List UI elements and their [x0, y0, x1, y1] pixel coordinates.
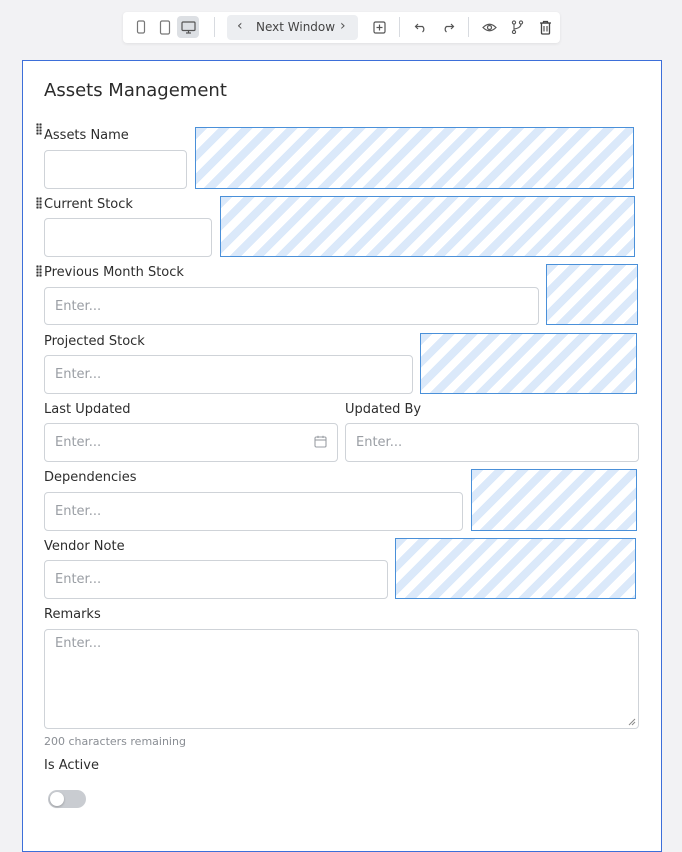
calendar-icon[interactable]	[314, 435, 327, 448]
remarks-label: Remarks	[44, 607, 101, 622]
empty-slot-placeholder	[195, 127, 634, 189]
projected-stock-input[interactable]: Enter...	[44, 355, 413, 394]
dependencies-label: Dependencies	[44, 470, 137, 485]
chevron-left-icon[interactable]: ‹	[237, 18, 243, 34]
toolbar-divider	[468, 17, 469, 37]
is-active-toggle[interactable]	[48, 790, 86, 808]
vendor-note-input[interactable]: Enter...	[44, 560, 388, 599]
previous-month-stock-placeholder: Enter...	[55, 298, 102, 314]
last-updated-date-input[interactable]: Enter...	[44, 423, 338, 462]
builder-toolbar: ‹ Next Window ›	[123, 12, 560, 43]
empty-slot-placeholder	[546, 264, 638, 325]
toolbar-divider	[214, 17, 215, 37]
dependencies-input[interactable]: Enter...	[44, 492, 463, 531]
chevron-right-icon[interactable]: ›	[340, 18, 346, 34]
empty-slot-placeholder	[420, 333, 637, 394]
is-active-label: Is Active	[44, 758, 99, 773]
last-updated-label: Last Updated	[44, 402, 131, 417]
next-window-label[interactable]: Next Window	[256, 20, 335, 34]
vendor-note-placeholder: Enter...	[55, 572, 102, 587]
remarks-textarea[interactable]: Enter...	[44, 629, 639, 729]
window-navigator: ‹ Next Window ›	[227, 15, 358, 40]
redo-icon[interactable]	[437, 16, 459, 38]
branch-icon[interactable]	[506, 16, 528, 38]
updated-by-input[interactable]: Enter...	[345, 423, 639, 462]
remarks-char-counter: 200 characters remaining	[44, 735, 186, 748]
current-stock-label: Current Stock	[44, 197, 133, 212]
mobile-icon[interactable]	[130, 16, 152, 38]
vendor-note-label: Vendor Note	[44, 539, 125, 554]
last-updated-placeholder: Enter...	[55, 435, 102, 450]
current-stock-input[interactable]	[44, 218, 212, 257]
trash-icon[interactable]	[534, 16, 556, 38]
drag-handle-icon[interactable]	[36, 265, 42, 277]
tablet-icon[interactable]	[154, 16, 176, 38]
drag-handle-icon[interactable]	[36, 197, 42, 209]
previous-month-stock-input[interactable]: Enter...	[44, 287, 539, 325]
drag-handle-icon[interactable]	[36, 123, 42, 135]
form-title: Assets Management	[44, 80, 227, 101]
desktop-icon[interactable]	[177, 16, 199, 38]
empty-slot-placeholder	[471, 469, 637, 531]
updated-by-placeholder: Enter...	[356, 435, 403, 450]
resize-grip-icon[interactable]	[628, 718, 636, 726]
toolbar-divider	[399, 17, 400, 37]
empty-slot-placeholder	[395, 538, 636, 599]
empty-slot-placeholder	[220, 196, 635, 257]
add-box-icon[interactable]	[368, 16, 390, 38]
remarks-placeholder: Enter...	[55, 636, 102, 651]
projected-stock-label: Projected Stock	[44, 334, 145, 349]
dependencies-placeholder: Enter...	[55, 504, 102, 519]
toggle-knob	[50, 792, 64, 806]
assets-name-label: Assets Name	[44, 128, 129, 143]
undo-icon[interactable]	[410, 16, 432, 38]
assets-name-input[interactable]	[44, 150, 187, 189]
eye-icon[interactable]	[478, 16, 500, 38]
form-canvas: Assets Management Assets Name Current St…	[22, 60, 662, 852]
updated-by-label: Updated By	[345, 402, 422, 417]
previous-month-stock-label: Previous Month Stock	[44, 265, 184, 280]
projected-stock-placeholder: Enter...	[55, 367, 102, 382]
